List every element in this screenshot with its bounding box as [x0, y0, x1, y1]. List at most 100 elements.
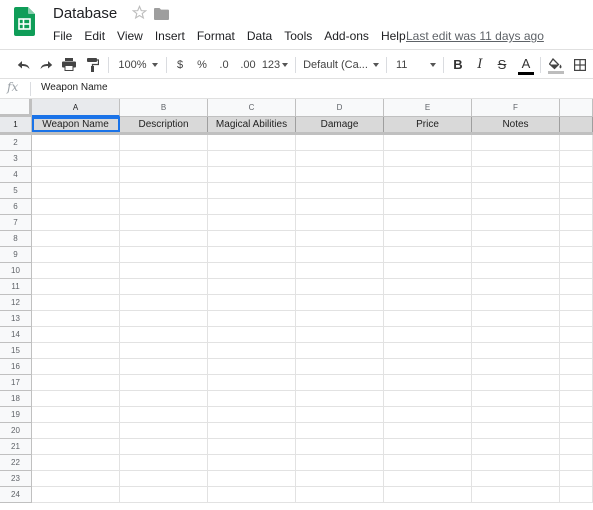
- cell-g24[interactable]: [560, 487, 593, 503]
- cell-b1[interactable]: Description: [120, 117, 208, 132]
- cell-b2[interactable]: [120, 135, 208, 151]
- cell-g12[interactable]: [560, 295, 593, 311]
- formula-input[interactable]: Weapon Name: [41, 82, 108, 93]
- cell-d10[interactable]: [296, 263, 384, 279]
- row-header[interactable]: 19: [0, 407, 32, 423]
- cell-c12[interactable]: [208, 295, 296, 311]
- cell-e10[interactable]: [384, 263, 472, 279]
- cell-d7[interactable]: [296, 215, 384, 231]
- cell-c20[interactable]: [208, 423, 296, 439]
- cell-a8[interactable]: [32, 231, 120, 247]
- cell-a3[interactable]: [32, 151, 120, 167]
- cell-f18[interactable]: [472, 391, 560, 407]
- cell-c19[interactable]: [208, 407, 296, 423]
- cell-c6[interactable]: [208, 199, 296, 215]
- cell-d17[interactable]: [296, 375, 384, 391]
- bold-button[interactable]: B: [448, 50, 468, 79]
- cell-g16[interactable]: [560, 359, 593, 375]
- row-header[interactable]: 18: [0, 391, 32, 407]
- cell-a20[interactable]: [32, 423, 120, 439]
- cell-a15[interactable]: [32, 343, 120, 359]
- cell-b4[interactable]: [120, 167, 208, 183]
- cell-f15[interactable]: [472, 343, 560, 359]
- row-header[interactable]: 15: [0, 343, 32, 359]
- folder-icon[interactable]: [154, 8, 169, 20]
- row-header[interactable]: 10: [0, 263, 32, 279]
- cell-b22[interactable]: [120, 455, 208, 471]
- cell-f10[interactable]: [472, 263, 560, 279]
- row-header[interactable]: 21: [0, 439, 32, 455]
- cell-d9[interactable]: [296, 247, 384, 263]
- zoom-select[interactable]: 100%: [113, 50, 163, 79]
- redo-button[interactable]: [36, 50, 56, 79]
- cell-a23[interactable]: [32, 471, 120, 487]
- menu-data[interactable]: Data: [241, 28, 278, 44]
- cell-d15[interactable]: [296, 343, 384, 359]
- cell-e24[interactable]: [384, 487, 472, 503]
- cell-d13[interactable]: [296, 311, 384, 327]
- cell-d3[interactable]: [296, 151, 384, 167]
- text-color-button[interactable]: A: [515, 50, 537, 79]
- decrease-decimal-button[interactable]: .0: [213, 50, 235, 79]
- cell-a18[interactable]: [32, 391, 120, 407]
- cell-e7[interactable]: [384, 215, 472, 231]
- cell-f22[interactable]: [472, 455, 560, 471]
- cell-d16[interactable]: [296, 359, 384, 375]
- cell-b20[interactable]: [120, 423, 208, 439]
- cell-e15[interactable]: [384, 343, 472, 359]
- cell-d1[interactable]: Damage: [296, 117, 384, 132]
- cell-d19[interactable]: [296, 407, 384, 423]
- cell-c2[interactable]: [208, 135, 296, 151]
- cell-b21[interactable]: [120, 439, 208, 455]
- cell-g1[interactable]: [560, 117, 593, 132]
- cell-c1[interactable]: Magical Abilities: [208, 117, 296, 132]
- cell-e16[interactable]: [384, 359, 472, 375]
- cell-c15[interactable]: [208, 343, 296, 359]
- cell-g3[interactable]: [560, 151, 593, 167]
- cell-a19[interactable]: [32, 407, 120, 423]
- cell-b8[interactable]: [120, 231, 208, 247]
- cell-g14[interactable]: [560, 327, 593, 343]
- menu-view[interactable]: View: [111, 28, 149, 44]
- sheets-logo-icon[interactable]: [14, 7, 35, 36]
- strikethrough-button[interactable]: S: [492, 50, 512, 79]
- menu-insert[interactable]: Insert: [149, 28, 191, 44]
- cell-b10[interactable]: [120, 263, 208, 279]
- row-header[interactable]: 23: [0, 471, 32, 487]
- cell-e23[interactable]: [384, 471, 472, 487]
- cell-g9[interactable]: [560, 247, 593, 263]
- cell-g10[interactable]: [560, 263, 593, 279]
- cell-b24[interactable]: [120, 487, 208, 503]
- cell-g20[interactable]: [560, 423, 593, 439]
- cell-b17[interactable]: [120, 375, 208, 391]
- cell-b18[interactable]: [120, 391, 208, 407]
- cell-d6[interactable]: [296, 199, 384, 215]
- cell-b19[interactable]: [120, 407, 208, 423]
- cell-c22[interactable]: [208, 455, 296, 471]
- cell-a5[interactable]: [32, 183, 120, 199]
- cell-b15[interactable]: [120, 343, 208, 359]
- cell-d24[interactable]: [296, 487, 384, 503]
- paint-format-button[interactable]: [82, 50, 104, 79]
- cell-a9[interactable]: [32, 247, 120, 263]
- cell-b6[interactable]: [120, 199, 208, 215]
- cell-c17[interactable]: [208, 375, 296, 391]
- cell-a10[interactable]: [32, 263, 120, 279]
- cell-g5[interactable]: [560, 183, 593, 199]
- cell-e2[interactable]: [384, 135, 472, 151]
- row-header[interactable]: 3: [0, 151, 32, 167]
- cell-f21[interactable]: [472, 439, 560, 455]
- cell-a17[interactable]: [32, 375, 120, 391]
- cell-c4[interactable]: [208, 167, 296, 183]
- cell-e9[interactable]: [384, 247, 472, 263]
- cell-d11[interactable]: [296, 279, 384, 295]
- cell-a12[interactable]: [32, 295, 120, 311]
- cell-e3[interactable]: [384, 151, 472, 167]
- cell-f12[interactable]: [472, 295, 560, 311]
- menu-tools[interactable]: Tools: [278, 28, 318, 44]
- cell-f8[interactable]: [472, 231, 560, 247]
- cell-a16[interactable]: [32, 359, 120, 375]
- select-all-corner[interactable]: [0, 99, 32, 117]
- cell-d20[interactable]: [296, 423, 384, 439]
- cell-f7[interactable]: [472, 215, 560, 231]
